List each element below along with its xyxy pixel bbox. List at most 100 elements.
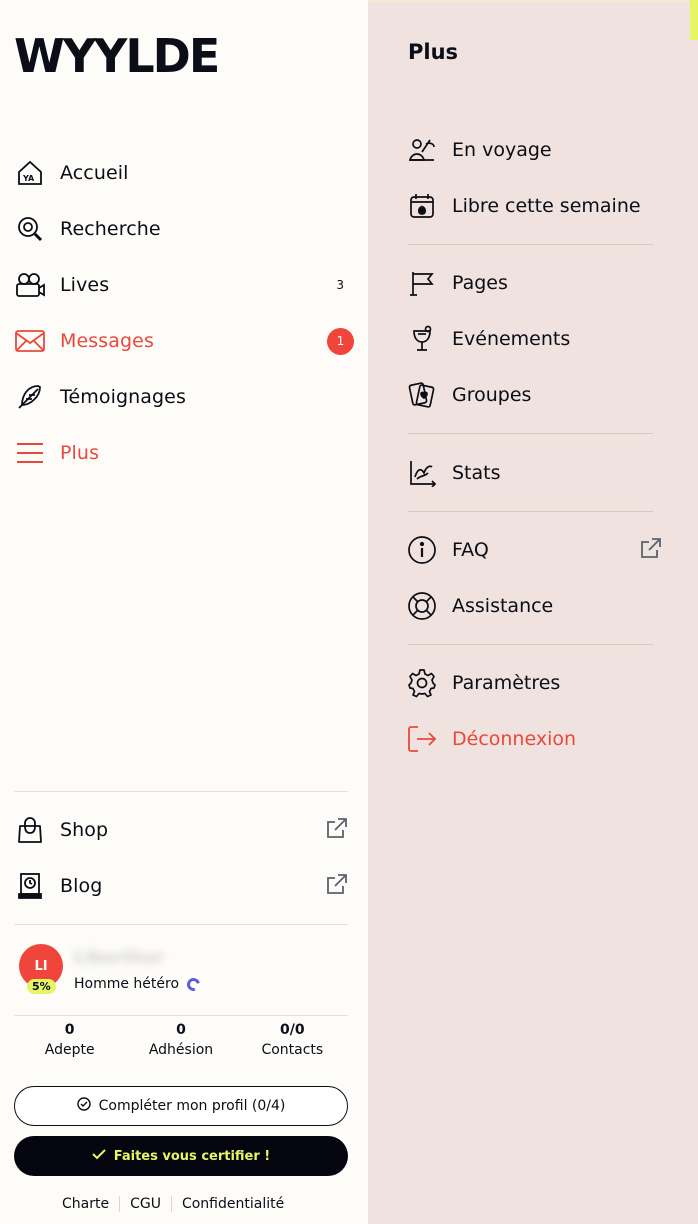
- certify-label: Faites vous certifier !: [113, 1148, 271, 1164]
- panel-item-faq[interactable]: FAQ: [406, 530, 661, 570]
- home-icon: YA: [14, 157, 46, 189]
- nav-item-shop[interactable]: Shop: [14, 802, 348, 858]
- panel-top-border: [368, 0, 690, 2]
- external-link-icon: [326, 873, 348, 899]
- panel-accent-stripe: [690, 0, 698, 40]
- panel-item-label: FAQ: [452, 539, 489, 561]
- panel-item-label: En voyage: [452, 139, 552, 161]
- panel-item-label: Libre cette semaine: [452, 195, 641, 217]
- logout-icon: [406, 723, 438, 755]
- complete-profile-label: Compléter mon profil (0/4): [98, 1098, 286, 1114]
- messages-badge: 1: [327, 327, 354, 355]
- panel-item-parametres[interactable]: Paramètres: [408, 663, 658, 703]
- divider: [14, 791, 348, 792]
- brand-logo[interactable]: WYYLDE: [14, 34, 226, 76]
- divider: [14, 924, 348, 925]
- main-nav: YA Accueil Recherche Lives 3 Messages 1: [14, 145, 354, 481]
- profile-stats: 0 Adepte 0 Adhésion 0/0 Contacts: [14, 1022, 348, 1058]
- divider: [408, 644, 653, 645]
- nav-item-recherche[interactable]: Recherche: [14, 201, 354, 257]
- nav-item-plus[interactable]: Plus: [14, 425, 354, 481]
- panel-title: Plus: [408, 40, 459, 64]
- nav-label: Recherche: [60, 218, 161, 240]
- stat-label: Adhésion: [148, 1042, 214, 1058]
- panel-item-evenements[interactable]: Evénements: [408, 319, 658, 359]
- external-nav: Shop Blog: [14, 802, 348, 914]
- footer-links: Charte CGU Confidentialité: [52, 1196, 294, 1212]
- complete-profile-button[interactable]: Compléter mon profil (0/4): [14, 1086, 348, 1126]
- divider: [14, 1015, 348, 1016]
- link-charte[interactable]: Charte: [52, 1196, 121, 1212]
- external-link-icon: [326, 817, 348, 843]
- stat-value: 0/0: [280, 1022, 305, 1038]
- panel-item-label: Pages: [452, 272, 508, 294]
- panel-item-stats[interactable]: Stats: [408, 453, 658, 493]
- panel-item-label: Déconnexion: [452, 728, 577, 750]
- lives-count: 3: [336, 278, 344, 292]
- stat-label: Contacts: [261, 1042, 324, 1058]
- sidebar: WYYLDE YA Accueil Recherche Lives 3 Mess…: [0, 0, 368, 1224]
- panel-item-en-voyage[interactable]: En voyage: [408, 130, 658, 170]
- nav-label: Plus: [60, 442, 100, 464]
- panel-item-assistance[interactable]: Assistance: [408, 586, 658, 626]
- menu-icon: [14, 437, 46, 469]
- feather-icon: [14, 381, 46, 413]
- stat-adepte[interactable]: 0 Adepte: [14, 1022, 125, 1058]
- svg-text:YA: YA: [22, 174, 35, 183]
- stat-adhesion[interactable]: 0 Adhésion: [125, 1022, 236, 1058]
- plus-panel: Plus En voyage Libre cette semaine Pages…: [368, 0, 698, 1224]
- travel-icon: [406, 134, 438, 166]
- cards-icon: [406, 379, 438, 411]
- panel-item-label: Assistance: [452, 595, 554, 617]
- nav-item-lives[interactable]: Lives 3: [14, 257, 354, 313]
- link-cgu[interactable]: CGU: [120, 1196, 172, 1212]
- divider: [408, 433, 653, 434]
- gear-icon: [406, 667, 438, 699]
- certify-button[interactable]: Faites vous certifier !: [14, 1136, 348, 1176]
- chart-icon: [406, 457, 438, 489]
- nav-label: Messages: [60, 330, 154, 352]
- status-ring-icon: [184, 975, 203, 993]
- panel-item-deconnexion[interactable]: Déconnexion: [408, 719, 658, 759]
- nav-item-temoignages[interactable]: Témoignages: [14, 369, 354, 425]
- panel-item-label: Paramètres: [452, 672, 561, 694]
- calendar-fire-icon: [406, 190, 438, 222]
- divider: [408, 511, 653, 512]
- panel-item-pages[interactable]: Pages: [408, 263, 658, 303]
- nav-item-messages[interactable]: Messages 1: [14, 313, 354, 369]
- nav-label: Accueil: [60, 162, 129, 184]
- svg-text:WYYLDE: WYYLDE: [14, 34, 218, 76]
- nav-item-accueil[interactable]: YA Accueil: [14, 145, 354, 201]
- check-icon: [92, 1148, 106, 1164]
- info-icon: [406, 534, 438, 566]
- stat-value: 0: [64, 1022, 75, 1038]
- cocktail-icon: [406, 323, 438, 355]
- panel-item-groupes[interactable]: Groupes: [408, 375, 658, 415]
- nav-label: Lives: [60, 274, 110, 296]
- panel-item-libre[interactable]: Libre cette semaine: [408, 186, 658, 226]
- nav-item-blog[interactable]: Blog: [14, 858, 348, 914]
- link-confidentialite[interactable]: Confidentialité: [172, 1196, 294, 1212]
- stat-label: Adepte: [44, 1042, 95, 1058]
- orientation-label: Homme hétéro: [74, 976, 180, 992]
- search-icon: [14, 213, 46, 245]
- divider: [408, 244, 653, 245]
- profile-orientation: Homme hétéro: [74, 975, 203, 993]
- profile-summary[interactable]: LI 5% Liberthur Homme hétéro: [14, 940, 348, 1002]
- lifebuoy-icon: [406, 590, 438, 622]
- envelope-icon: [14, 325, 46, 357]
- book-icon: [14, 870, 46, 902]
- nav-label: Témoignages: [60, 386, 186, 408]
- profile-name[interactable]: Liberthur: [74, 948, 163, 968]
- profile-completion-badge: 5%: [27, 979, 56, 994]
- nav-label: Blog: [60, 875, 103, 897]
- panel-item-label: Evénements: [452, 328, 571, 350]
- panel-item-label: Stats: [452, 462, 501, 484]
- camera-icon: [14, 269, 46, 301]
- stat-value: 0: [176, 1022, 186, 1038]
- panel-item-label: Groupes: [452, 384, 532, 406]
- flag-icon: [406, 267, 438, 299]
- external-link-icon: [640, 537, 662, 563]
- check-circle-icon: [76, 1097, 91, 1115]
- stat-contacts[interactable]: 0/0 Contacts: [237, 1022, 348, 1058]
